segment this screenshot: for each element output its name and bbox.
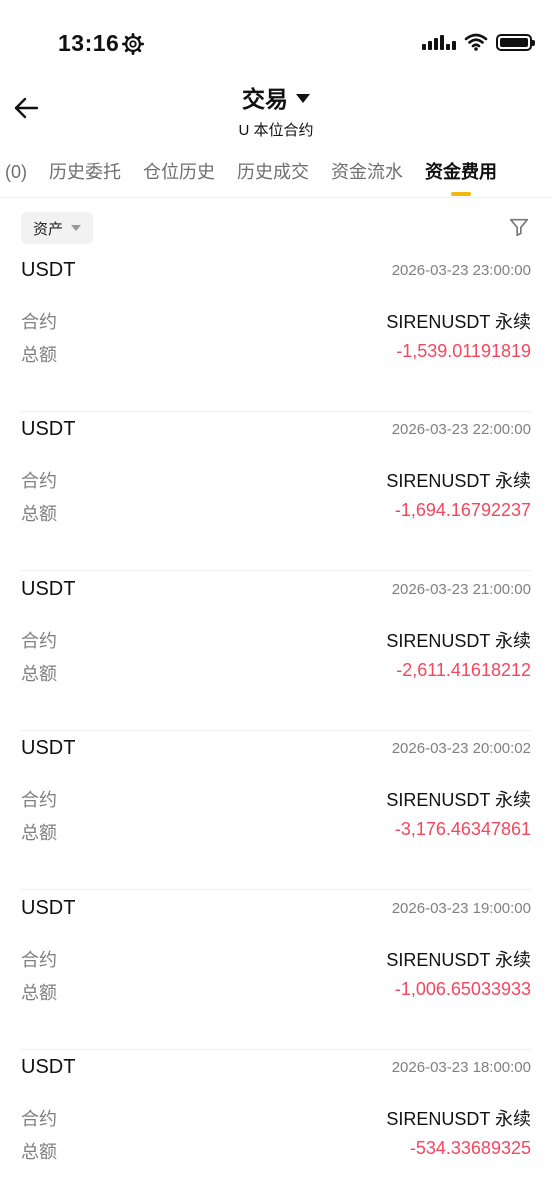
record-amount-value: -1,006.65033933: [394, 978, 531, 999]
filter-icon[interactable]: [508, 216, 530, 238]
record-amount-label: 总额: [21, 982, 57, 1003]
list-item[interactable]: USDT 2026-03-23 18:00:00 合约 SIRENUSDT 永续总额 -…: [21, 1050, 531, 1200]
battery-icon: [496, 33, 535, 51]
list-item[interactable]: USDT 2026-03-23 23:00:00 合约 SIRENUSDT 永续总额 -…: [21, 253, 531, 412]
record-amount-value: -3,176.46347861: [394, 819, 531, 840]
status-bar: 13:16: [0, 0, 552, 80]
asset-filter-dropdown[interactable]: 资产: [21, 212, 94, 244]
record-time: 2026-03-23 18:00:00: [391, 1059, 531, 1076]
tab-transaction-history[interactable]: 资金流水: [331, 158, 403, 196]
status-time: 13:16: [58, 30, 120, 56]
record-contract-label: 合约: [21, 949, 57, 970]
record-time: 2026-03-23 22:00:00: [391, 421, 531, 439]
tab-order-history[interactable]: 历史委托: [49, 158, 121, 196]
list-item[interactable]: USDT 2026-03-23 21:00:00 合约 SIRENUSDT 永续总额 -…: [21, 572, 531, 731]
record-time: 2026-03-23 23:00:00: [391, 262, 531, 279]
record-contract-label: 合约: [21, 471, 57, 492]
tab-bar: 托 (0) 历史委托 仓位历史 历史成交 资金流水 资金费用: [0, 150, 552, 198]
record-amount-label: 总额: [21, 504, 57, 525]
tab-open-orders[interactable]: 托 (0): [0, 158, 27, 196]
record-contract-value: SIRENUSDT 永续: [386, 471, 531, 492]
record-amount-value: -1,694.16792237: [394, 500, 531, 521]
status-indicators: [422, 33, 535, 51]
record-asset: USDT: [21, 1056, 76, 1078]
record-asset: USDT: [21, 896, 76, 919]
list-item[interactable]: USDT 2026-03-23 22:00:00 合约 SIRENUSDT 永续总额 -…: [21, 412, 531, 572]
wifi-icon: [464, 33, 488, 51]
record-time: 2026-03-23 20:00:02: [391, 740, 531, 758]
record-amount-label: 总额: [21, 823, 57, 844]
caret-down-icon: [71, 225, 82, 231]
record-time: 2026-03-23 19:00:00: [391, 899, 531, 917]
record-asset: USDT: [21, 418, 76, 441]
record-contract-value: SIRENUSDT 永续: [386, 630, 531, 651]
record-contract-label: 合约: [21, 312, 57, 332]
record-contract-value: SIRENUSDT 永续: [386, 949, 531, 970]
record-contract-label: 合约: [21, 1109, 57, 1129]
list-item[interactable]: USDT 2026-03-23 19:00:00 合约 SIRENUSDT 永续总额 -…: [21, 891, 531, 1050]
title-dropdown[interactable]: 交易: [242, 80, 310, 114]
tab-funding-fee[interactable]: 资金费用: [425, 158, 497, 196]
record-amount-value: -534.33689325: [409, 1138, 531, 1158]
record-amount-value: -1,539.01191819: [396, 341, 531, 361]
filter-row: 资产: [0, 205, 552, 249]
page-title: 交易: [242, 86, 288, 112]
caret-down-icon: [296, 93, 310, 103]
record-amount-label: 总额: [21, 345, 57, 365]
tab-position-history[interactable]: 仓位历史: [143, 158, 215, 196]
asset-filter-label: 资产: [33, 220, 64, 238]
record-contract-value: SIRENUSDT 永续: [386, 312, 531, 332]
record-asset: USDT: [21, 577, 76, 600]
tab-trade-history[interactable]: 历史成交: [237, 158, 309, 196]
header: 交易 U 本位合约: [0, 78, 552, 140]
record-asset: USDT: [21, 259, 76, 281]
record-amount-value: -2,611.41618212: [396, 659, 531, 680]
record-asset: USDT: [21, 737, 76, 760]
record-amount-label: 总额: [21, 1142, 57, 1162]
record-contract-value: SIRENUSDT 永续: [386, 790, 531, 811]
record-amount-label: 总额: [21, 663, 57, 684]
record-contract-label: 合约: [21, 630, 57, 651]
record-time: 2026-03-23 21:00:00: [391, 580, 531, 598]
list-item[interactable]: USDT 2026-03-23 20:00:02 合约 SIRENUSDT 永续总额 -…: [21, 731, 531, 891]
record-contract-label: 合约: [21, 790, 57, 811]
record-contract-value: SIRENUSDT 永续: [386, 1109, 531, 1129]
cellular-signal-icon: [422, 34, 456, 50]
gear-icon: [122, 33, 144, 55]
page-subtitle: U 本位合约: [238, 122, 314, 139]
